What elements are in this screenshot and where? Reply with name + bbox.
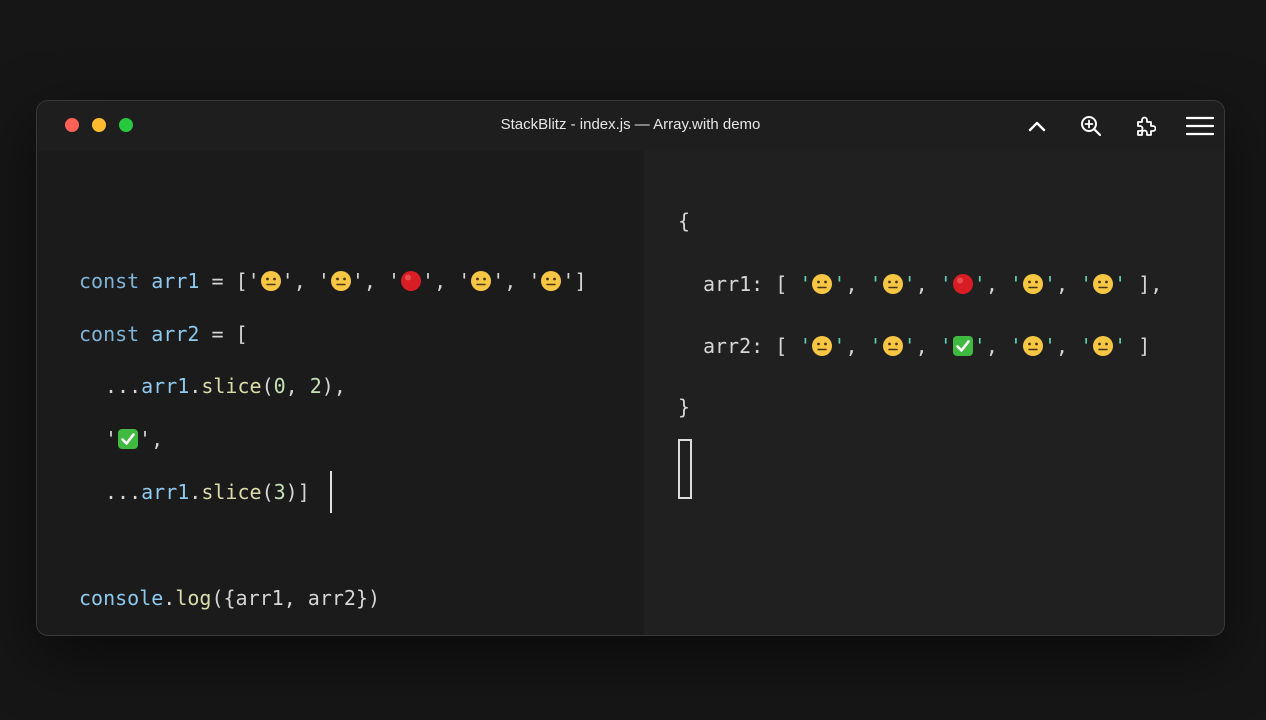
console-arr2-line: arr2: [ ' ', ' ', ' ', ' ', ' ' ]: [703, 334, 1151, 358]
console-input[interactable]: [678, 439, 692, 499]
neutral-face-icon: [1092, 273, 1114, 295]
neutral-face-icon: [330, 270, 352, 292]
code-line-5: ...arr1.slice(3)]: [105, 480, 310, 504]
puzzle-icon[interactable]: [1132, 113, 1158, 139]
code-line-2: const arr2 = [: [79, 322, 248, 346]
neutral-face-icon: [1092, 335, 1114, 357]
console-close-brace: }: [678, 395, 691, 419]
neutral-face-icon: [1022, 273, 1044, 295]
code-line-4: ' ',: [105, 427, 164, 451]
code-line-6: console.log({arr1, arr2}): [79, 586, 381, 610]
neutral-face-icon: [882, 335, 904, 357]
neutral-face-icon: [540, 270, 562, 292]
console-open-brace: {: [678, 209, 691, 233]
code-line-3: ...arr1.slice(0, 2),: [105, 374, 346, 398]
neutral-face-icon: [811, 273, 833, 295]
check-mark-icon: [117, 428, 139, 450]
code-line-1: const arr1 = [' ', ' ', ' ', ' ', ' ']: [79, 269, 587, 293]
red-circle-icon: [952, 273, 974, 295]
app-window: StackBlitz - index.js — Array.with demo …: [36, 100, 1225, 636]
title-bar: StackBlitz - index.js — Array.with demo: [37, 101, 1224, 151]
console-output: { arr1: [ ' ', ' ', ' ', ' ', ' ' ], arr2: [ …: [644, 151, 1224, 635]
text-cursor: [330, 471, 332, 513]
neutral-face-icon: [811, 335, 833, 357]
hamburger-menu-icon[interactable]: [1185, 113, 1215, 139]
neutral-face-icon: [260, 270, 282, 292]
console-arr1-line: arr1: [ ' ', ' ', ' ', ' ', ' ' ],: [703, 272, 1163, 296]
red-circle-icon: [400, 270, 422, 292]
check-mark-icon: [952, 335, 974, 357]
chevron-up-icon[interactable]: [1024, 113, 1050, 139]
code-editor[interactable]: const arr1 = [' ', ' ', ' ', ' ', ' '] const …: [37, 151, 644, 635]
zoom-in-icon[interactable]: [1078, 113, 1104, 139]
neutral-face-icon: [882, 273, 904, 295]
neutral-face-icon: [1022, 335, 1044, 357]
neutral-face-icon: [470, 270, 492, 292]
